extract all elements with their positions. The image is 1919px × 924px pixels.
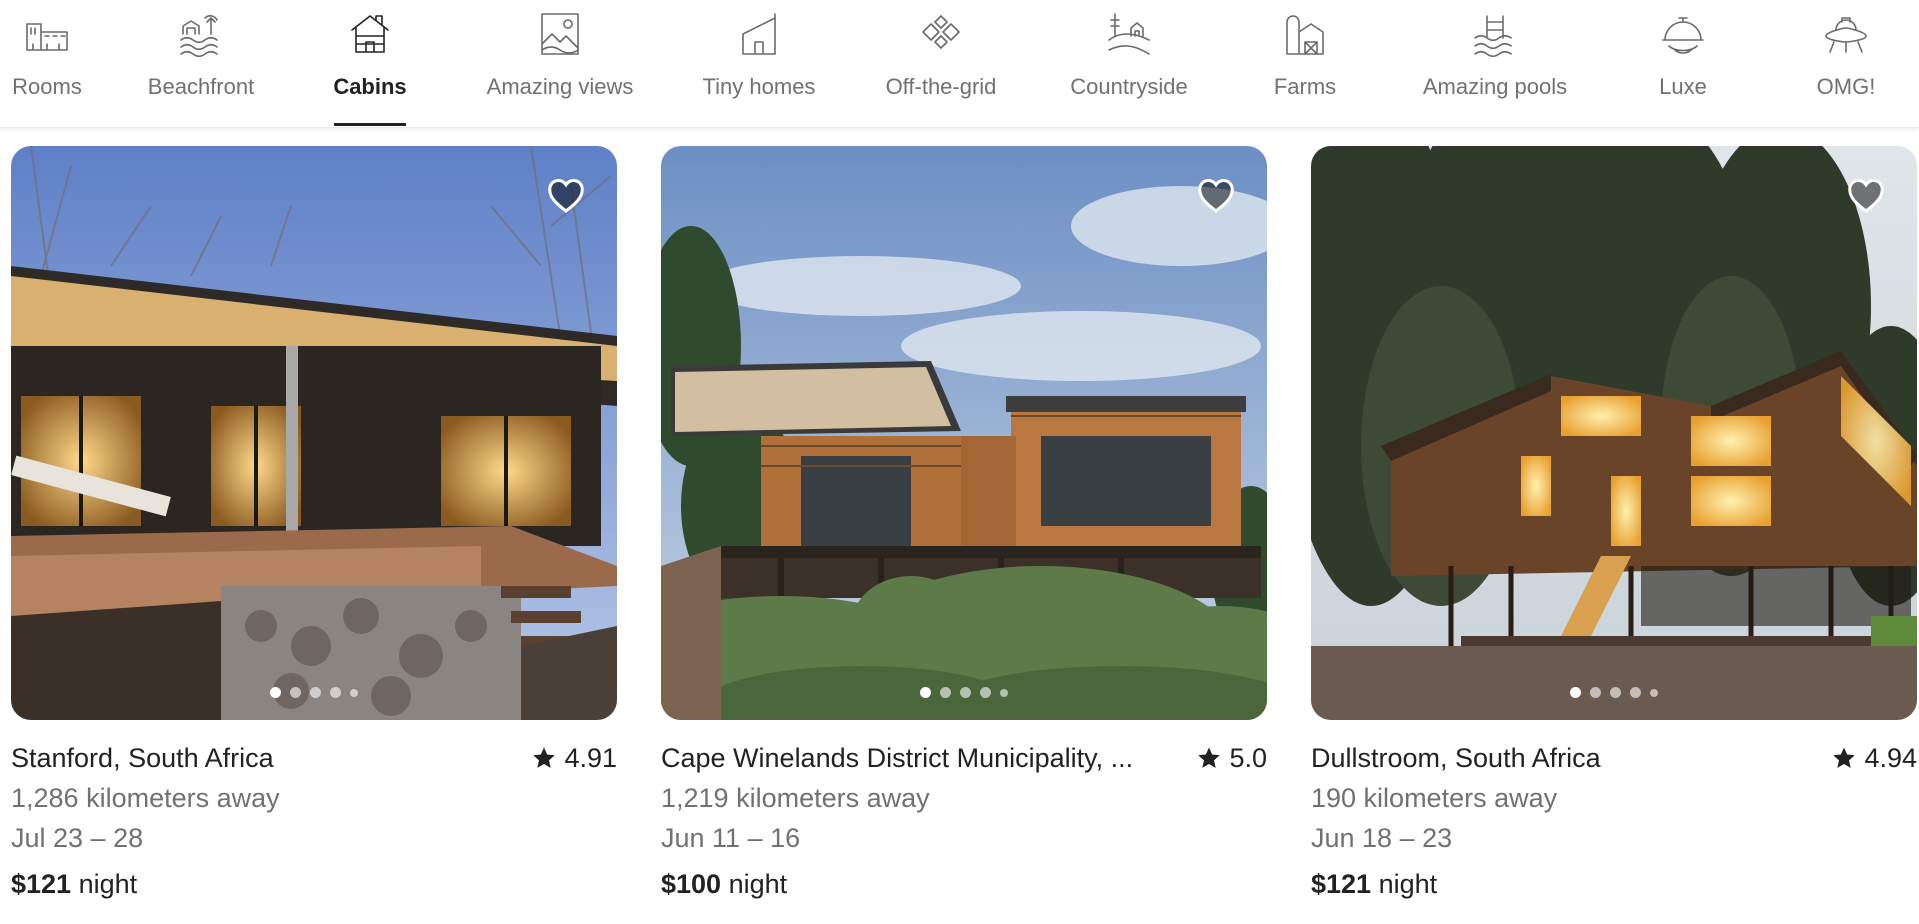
listing-rating: 4.91 [532, 743, 617, 774]
listing-dates: Jun 18 – 23 [1311, 823, 1453, 853]
pagination-dot[interactable] [980, 687, 991, 698]
cabin-photo-image [11, 146, 617, 720]
category-label: Cabins [333, 74, 407, 99]
pagination-dot[interactable] [940, 687, 951, 698]
star-icon [1198, 747, 1221, 768]
category-label: Countryside [1070, 74, 1188, 99]
favorite-heart-button[interactable] [1195, 176, 1237, 216]
listing-price: $121 night [11, 866, 617, 902]
heart-icon [1848, 178, 1884, 213]
price-amount: $121 [11, 869, 72, 899]
listing-dates: Jul 23 – 28 [11, 823, 144, 853]
luxe-icon [1659, 10, 1707, 58]
beachfront-icon [177, 10, 225, 58]
pagination-dot[interactable] [1610, 687, 1621, 698]
photo-pagination-dots [920, 687, 1008, 698]
category-label: Beachfront [147, 74, 255, 99]
listing-price: $100 night [661, 866, 1267, 902]
rating-value: 5.0 [1229, 742, 1267, 773]
pagination-dot[interactable] [310, 687, 321, 698]
listing-distance: 1,286 kilometers away [11, 783, 280, 813]
pagination-dot[interactable] [1000, 688, 1008, 697]
omg-icon [1822, 10, 1870, 58]
category-label: Rooms [12, 74, 82, 99]
farms-icon [1281, 10, 1329, 58]
category-bar: Rooms Beachfront Cabins Amazing views Ti… [0, 0, 1919, 128]
rating-value: 4.94 [1864, 742, 1917, 773]
category-farms[interactable]: Farms [1272, 0, 1338, 128]
cabin-photo-image [1311, 146, 1917, 720]
tiny-homes-icon [735, 10, 783, 58]
pagination-dot[interactable] [920, 687, 931, 698]
rooms-icon [23, 10, 71, 58]
pagination-dot[interactable] [270, 687, 281, 698]
photo-pagination-dots [270, 687, 358, 698]
heart-icon [1198, 178, 1234, 213]
amazing-views-icon [536, 10, 584, 58]
pagination-dot[interactable] [960, 687, 971, 698]
star-icon [533, 747, 556, 768]
listing-card[interactable]: Stanford, South Africa 4.91 1,286 kilome… [11, 146, 617, 924]
listing-photo[interactable] [1311, 146, 1917, 720]
listing-card[interactable]: Cape Winelands District Municipality, ..… [661, 146, 1267, 924]
pagination-dot[interactable] [1570, 687, 1581, 698]
category-label: Off-the-grid [885, 74, 997, 99]
pagination-dot[interactable] [1630, 687, 1641, 698]
active-underline [334, 123, 406, 126]
pagination-dot[interactable] [330, 687, 341, 698]
listing-distance: 190 kilometers away [1311, 783, 1558, 813]
photo-pagination-dots [1570, 687, 1658, 698]
listing-price: $121 night [1311, 866, 1917, 902]
listing-photo[interactable] [11, 146, 617, 720]
category-label: OMG! [1816, 74, 1876, 99]
category-label: Farms [1273, 74, 1337, 99]
pagination-dot[interactable] [350, 688, 358, 697]
category-label: Amazing pools [1422, 74, 1568, 99]
favorite-heart-button[interactable] [1845, 176, 1887, 216]
category-luxe[interactable]: Luxe [1654, 0, 1712, 128]
listing-info: Cape Winelands District Municipality, ..… [661, 740, 1267, 902]
favorite-heart-button[interactable] [545, 176, 587, 216]
category-amazing-views[interactable]: Amazing views [480, 0, 640, 128]
listing-location: Cape Winelands District Municipality, ..… [661, 742, 1134, 773]
category-label: Luxe [1659, 74, 1707, 99]
cabins-icon [346, 10, 394, 58]
off-the-grid-icon [917, 10, 965, 58]
category-amazing-pools[interactable]: Amazing pools [1414, 0, 1576, 128]
listing-dates: Jun 11 – 16 [661, 823, 801, 853]
category-cabins[interactable]: Cabins [330, 0, 410, 128]
price-amount: $121 [1311, 869, 1372, 899]
listing-info: Stanford, South Africa 4.91 1,286 kilome… [11, 740, 617, 902]
pagination-dot[interactable] [1590, 687, 1601, 698]
listing-distance: 1,219 kilometers away [661, 783, 930, 813]
category-label: Amazing views [486, 74, 634, 99]
price-unit: night [1378, 869, 1438, 899]
listing-rating: 4.94 [1832, 743, 1917, 774]
rating-value: 4.91 [564, 742, 617, 773]
category-off-the-grid[interactable]: Off-the-grid [874, 0, 1008, 128]
amazing-pools-icon [1471, 10, 1519, 58]
listing-card[interactable]: Dullstroom, South Africa 4.94 190 kilome… [1311, 146, 1917, 924]
listing-rating: 5.0 [1197, 743, 1267, 774]
price-amount: $100 [661, 869, 722, 899]
star-icon [1833, 747, 1856, 768]
listing-location: Stanford, South Africa [11, 742, 274, 773]
price-unit: night [728, 869, 788, 899]
listing-location: Dullstroom, South Africa [1311, 742, 1601, 773]
pagination-dot[interactable] [290, 687, 301, 698]
category-label: Tiny homes [702, 74, 816, 99]
pagination-dot[interactable] [1650, 688, 1658, 697]
category-rooms[interactable]: Rooms [8, 0, 86, 128]
heart-icon [548, 178, 584, 213]
countryside-icon [1105, 10, 1153, 58]
listing-info: Dullstroom, South Africa 4.94 190 kilome… [1311, 740, 1917, 902]
cabin-photo-image [661, 146, 1267, 720]
category-tiny-homes[interactable]: Tiny homes [696, 0, 822, 128]
category-omg[interactable]: OMG! [1812, 0, 1880, 128]
category-beachfront[interactable]: Beachfront [140, 0, 262, 128]
price-unit: night [78, 869, 138, 899]
category-countryside[interactable]: Countryside [1062, 0, 1196, 128]
listing-photo[interactable] [661, 146, 1267, 720]
